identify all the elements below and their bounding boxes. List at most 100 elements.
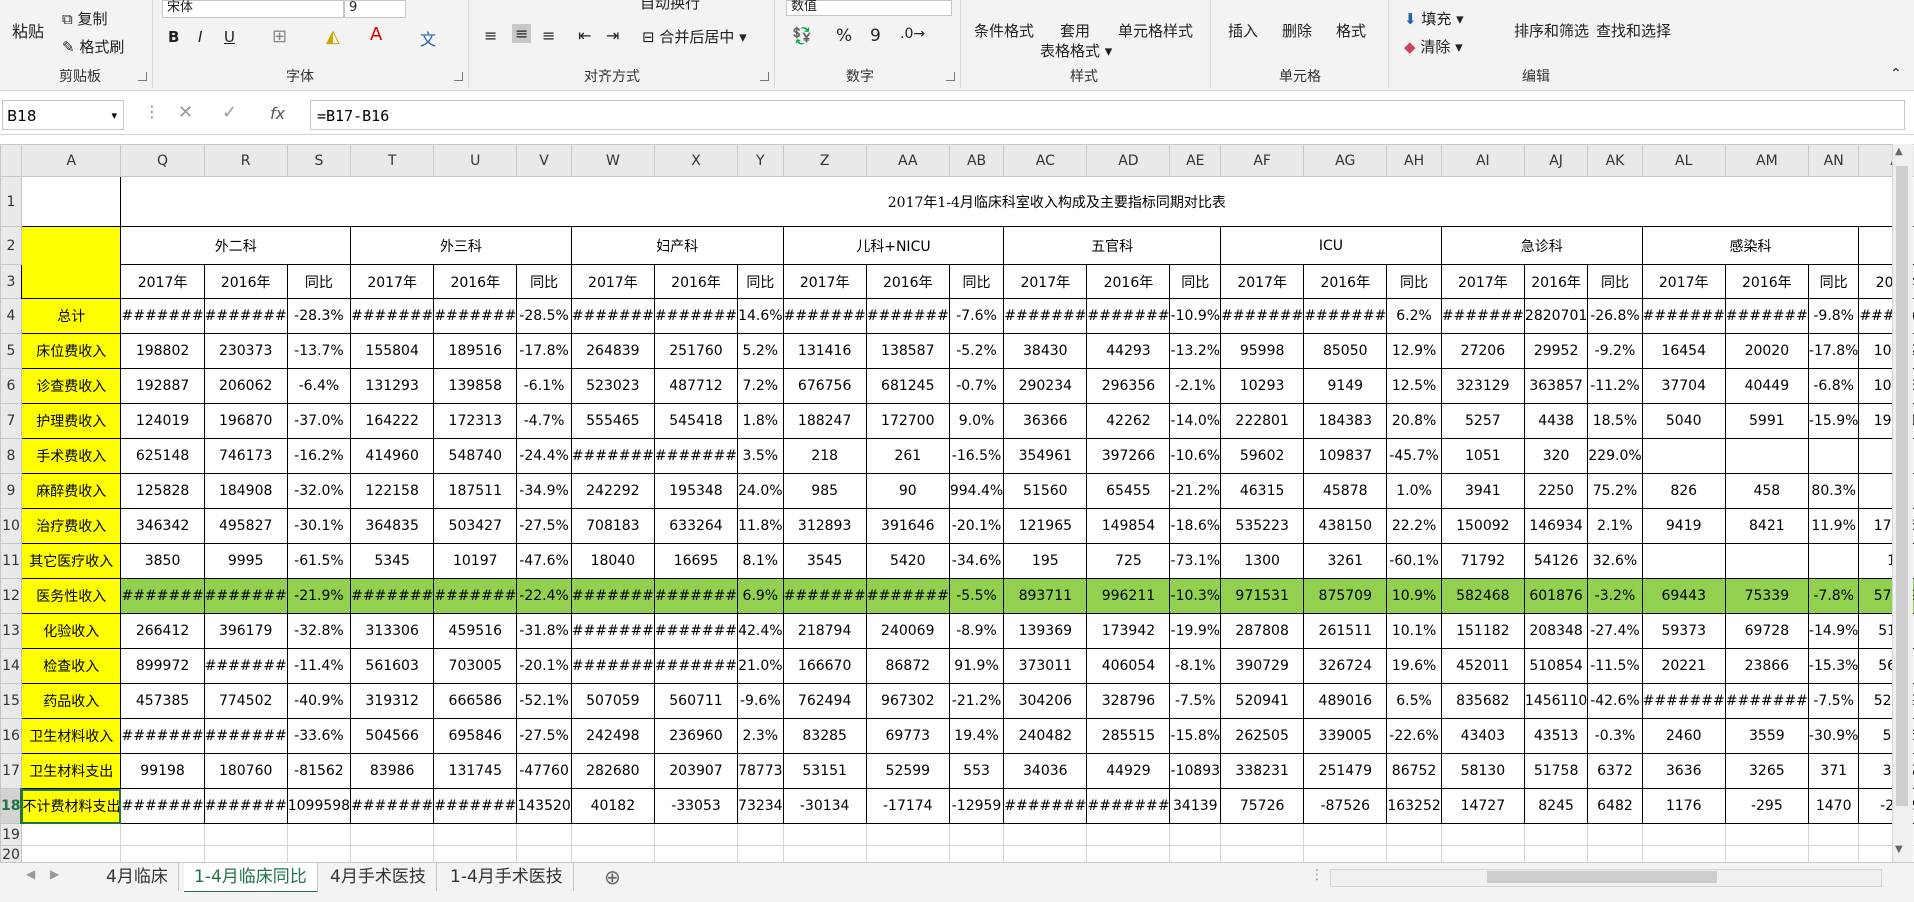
data-cell[interactable]: -6.1%: [516, 368, 572, 404]
data-cell[interactable]: 312893: [782, 508, 867, 544]
data-cell[interactable]: -32.8%: [286, 613, 352, 649]
row-label[interactable]: 不计费材料支出: [20, 788, 122, 824]
data-cell[interactable]: 83986: [350, 753, 435, 789]
year-subheader[interactable]: 2017年: [1641, 264, 1726, 299]
row-label[interactable]: 手术费收入: [20, 438, 122, 474]
data-cell[interactable]: 122158: [350, 473, 435, 509]
data-cell[interactable]: 51560: [1003, 473, 1088, 509]
data-cell[interactable]: 457385: [120, 683, 205, 719]
data-cell[interactable]: 163252: [1386, 788, 1442, 824]
column-header[interactable]: A: [20, 144, 122, 177]
data-cell[interactable]: 187511: [433, 473, 518, 509]
empty-cell[interactable]: [1523, 845, 1589, 864]
data-cell[interactable]: 266412: [120, 613, 205, 649]
data-cell[interactable]: -10.9%: [1169, 298, 1222, 334]
data-cell[interactable]: 131293: [350, 368, 435, 404]
data-cell[interactable]: #######: [433, 298, 518, 334]
data-cell[interactable]: -28.5%: [516, 298, 572, 334]
data-cell[interactable]: 18.5%: [1587, 403, 1643, 439]
data-cell[interactable]: 34036: [1003, 753, 1088, 789]
data-cell[interactable]: 5420: [865, 543, 950, 579]
row-label[interactable]: 卫生材料收入: [20, 718, 122, 754]
data-cell[interactable]: -2.1%: [1169, 368, 1222, 404]
data-cell[interactable]: -17.8%: [1807, 333, 1860, 369]
data-cell[interactable]: 633264: [653, 508, 739, 544]
data-cell[interactable]: 51758: [1523, 753, 1589, 789]
data-cell[interactable]: 520941: [1220, 683, 1305, 719]
data-cell[interactable]: 3636: [1641, 753, 1726, 789]
data-cell[interactable]: 125828: [120, 473, 205, 509]
data-cell[interactable]: 22.2%: [1386, 508, 1442, 544]
department-header[interactable]: 感染科: [1641, 226, 1860, 265]
empty-cell[interactable]: [1807, 823, 1860, 846]
data-cell[interactable]: 86752: [1386, 753, 1442, 789]
data-cell[interactable]: 695846: [433, 718, 518, 754]
empty-cell[interactable]: [286, 823, 352, 846]
data-cell[interactable]: 452011: [1440, 648, 1525, 684]
data-cell[interactable]: 390729: [1220, 648, 1305, 684]
data-cell[interactable]: 146934: [1523, 508, 1589, 544]
data-cell[interactable]: #######: [1303, 298, 1388, 334]
empty-cell[interactable]: [1220, 823, 1305, 846]
data-cell[interactable]: 196870: [203, 403, 288, 439]
data-cell[interactable]: #######: [570, 613, 655, 649]
align-center-icon[interactable]: ≡: [512, 24, 532, 43]
year-subheader[interactable]: 同比: [1386, 264, 1442, 299]
data-cell[interactable]: -22.6%: [1386, 718, 1442, 754]
paste-button[interactable]: 粘贴: [12, 18, 44, 42]
data-cell[interactable]: 143520: [516, 788, 572, 824]
data-cell[interactable]: -60.1%: [1386, 543, 1442, 579]
year-subheader[interactable]: 2016年: [1303, 264, 1388, 299]
data-cell[interactable]: 487712: [653, 368, 739, 404]
data-cell[interactable]: -30134: [782, 788, 867, 824]
data-cell[interactable]: -11.5%: [1587, 648, 1643, 684]
year-subheader[interactable]: 2017年: [1220, 264, 1305, 299]
empty-cell[interactable]: [120, 823, 205, 846]
data-cell[interactable]: 155804: [350, 333, 435, 369]
cancel-icon[interactable]: ✕: [178, 102, 193, 123]
data-cell[interactable]: 10.1%: [1386, 613, 1442, 649]
data-cell[interactable]: -40.9%: [286, 683, 352, 719]
data-cell[interactable]: #######: [120, 298, 205, 334]
data-cell[interactable]: 198802: [120, 333, 205, 369]
empty-cell[interactable]: [1641, 845, 1726, 864]
data-cell[interactable]: 304206: [1003, 683, 1088, 719]
data-cell[interactable]: 296356: [1086, 368, 1171, 404]
data-cell[interactable]: -0.3%: [1587, 718, 1643, 754]
data-cell[interactable]: -11.2%: [1587, 368, 1643, 404]
data-cell[interactable]: #######: [570, 648, 655, 684]
copy-button[interactable]: ⧉ 复制: [62, 8, 108, 29]
row-label[interactable]: 化验收入: [20, 613, 122, 649]
font-name-select[interactable]: 宋体: [162, 0, 344, 18]
column-header[interactable]: R: [203, 144, 288, 177]
data-cell[interactable]: 180760: [203, 753, 288, 789]
empty-cell[interactable]: [1003, 845, 1088, 864]
column-header[interactable]: AJ: [1523, 144, 1589, 177]
data-cell[interactable]: 58130: [1440, 753, 1525, 789]
data-cell[interactable]: 458: [1724, 473, 1809, 509]
data-cell[interactable]: 323129: [1440, 368, 1525, 404]
column-header[interactable]: S: [286, 144, 352, 177]
data-cell[interactable]: 1176: [1641, 788, 1726, 824]
select-all-corner[interactable]: [0, 144, 22, 177]
data-cell[interactable]: 218: [782, 438, 867, 474]
data-cell[interactable]: 2460: [1641, 718, 1726, 754]
percent-button[interactable]: %: [836, 26, 852, 46]
data-cell[interactable]: 75726: [1220, 788, 1305, 824]
data-cell[interactable]: 287808: [1220, 613, 1305, 649]
data-cell[interactable]: 206062: [203, 368, 288, 404]
data-cell[interactable]: #######: [1003, 788, 1088, 824]
data-cell[interactable]: [1724, 438, 1809, 474]
empty-cell[interactable]: [433, 823, 518, 846]
row-header[interactable]: 8: [0, 438, 22, 474]
data-cell[interactable]: -7.8%: [1807, 578, 1860, 614]
data-cell[interactable]: 189516: [433, 333, 518, 369]
increase-decimal-icon[interactable]: .0→: [900, 26, 925, 42]
data-cell[interactable]: 762494: [782, 683, 867, 719]
data-cell[interactable]: -20.1%: [948, 508, 1005, 544]
row-header[interactable]: 1: [0, 176, 22, 227]
sheet-tab-april-clinical[interactable]: 4月临床: [96, 863, 179, 891]
empty-cell[interactable]: [203, 845, 288, 864]
data-cell[interactable]: 34139: [1169, 788, 1222, 824]
data-cell[interactable]: #######: [570, 298, 655, 334]
